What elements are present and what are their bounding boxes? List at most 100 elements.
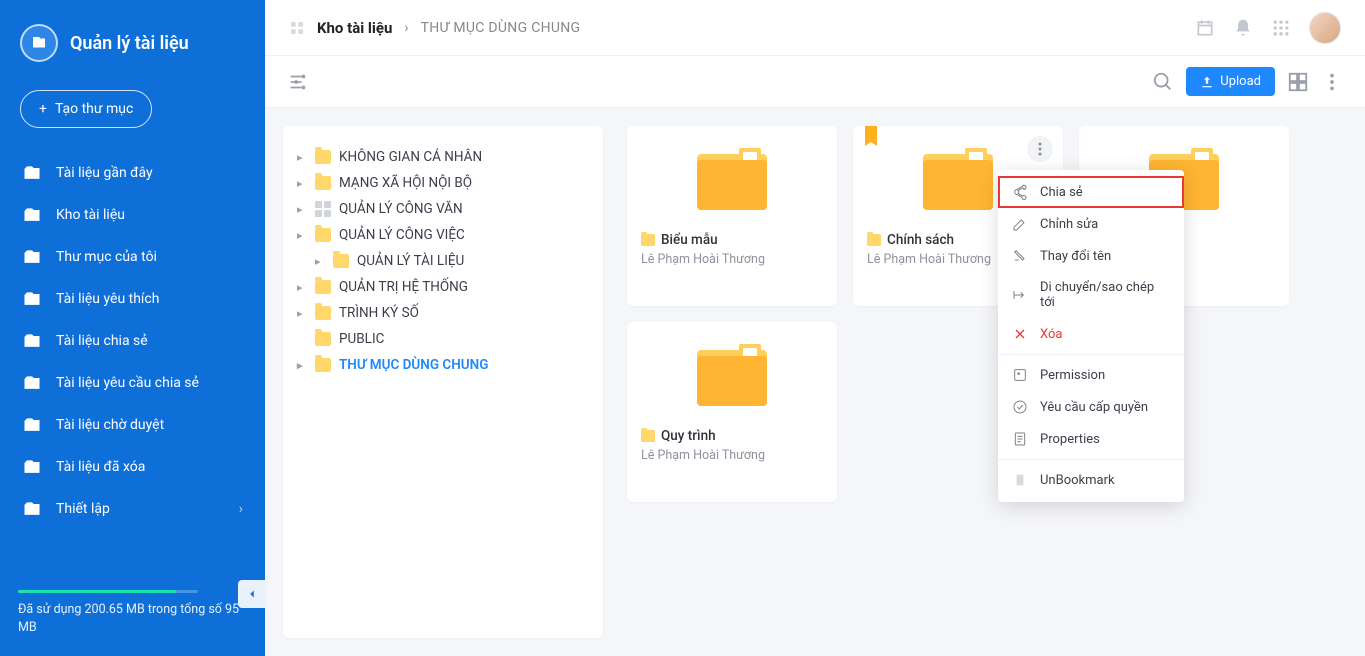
view-grid-icon[interactable] xyxy=(1287,71,1309,93)
tree-caret-icon: ▸ xyxy=(297,177,307,190)
nav-label: Kho tài liệu xyxy=(56,207,125,223)
nav-label: Tài liệu gần đây xyxy=(56,165,153,181)
user-avatar[interactable] xyxy=(1309,12,1341,44)
plus-icon: + xyxy=(39,101,47,117)
main-area: Kho tài liệu › THƯ MỤC DÙNG CHUNG Upload… xyxy=(265,0,1365,656)
large-folder-icon xyxy=(697,154,767,210)
share-icon xyxy=(1012,184,1028,200)
folder-icon xyxy=(315,306,331,320)
large-folder-icon xyxy=(923,154,993,210)
ctx-label: Xóa xyxy=(1040,327,1063,342)
tree-item-7[interactable]: PUBLIC xyxy=(291,326,595,352)
ctx-label: Di chuyển/sao chép tới xyxy=(1040,280,1170,310)
bookmark-icon xyxy=(865,126,877,146)
tree-item-5[interactable]: ▸QUẢN TRỊ HỆ THỐNG xyxy=(291,274,595,300)
sidebar-item-6[interactable]: Tài liệu chờ duyệt xyxy=(0,404,265,446)
folder-card-0[interactable]: Biểu mẫuLê Phạm Hoài Thương xyxy=(627,126,837,306)
calendar-icon[interactable] xyxy=(1195,18,1215,38)
content: ▸KHÔNG GIAN CÁ NHÂN▸MẠNG XÃ HỘI NỘI BỘ▸Q… xyxy=(265,108,1365,656)
toolbar: Upload xyxy=(265,56,1365,108)
nav-icon xyxy=(22,499,42,519)
app-title: Quản lý tài liệu xyxy=(70,33,189,54)
nav-icon xyxy=(22,205,42,225)
tree-item-0[interactable]: ▸ KHÔNG GIAN CÁ NHÂN xyxy=(291,144,595,170)
ctx-req[interactable]: Yêu cầu cấp quyền xyxy=(998,391,1184,423)
nav-icon xyxy=(22,331,42,351)
sidebar-item-4[interactable]: Tài liệu chia sẻ xyxy=(0,320,265,362)
ctx-label: Yêu cầu cấp quyền xyxy=(1040,400,1148,415)
nav-label: Tài liệu chờ duyệt xyxy=(56,417,164,433)
tree-label: TRÌNH KÝ SỐ xyxy=(339,305,419,321)
folder-icon xyxy=(315,358,331,372)
sidebar-item-3[interactable]: Tài liệu yêu thích xyxy=(0,278,265,320)
folder-icon xyxy=(315,176,331,190)
ctx-delete[interactable]: Xóa xyxy=(998,318,1184,350)
sidebar-item-0[interactable]: Tài liệu gần đây xyxy=(0,152,265,194)
tree-caret-icon: ▸ xyxy=(297,281,307,294)
ctx-move[interactable]: Di chuyển/sao chép tới xyxy=(998,272,1184,318)
sidebar-item-7[interactable]: Tài liệu đã xóa xyxy=(0,446,265,488)
card-more-button[interactable] xyxy=(1027,136,1053,162)
sidebar-item-5[interactable]: Tài liệu yêu cầu chia sẻ xyxy=(0,362,265,404)
nav-icon xyxy=(22,163,42,183)
tree-caret-icon: ▸ xyxy=(297,229,307,242)
tree-item-1[interactable]: ▸MẠNG XÃ HỘI NỘI BỘ xyxy=(291,170,595,196)
collapse-sidebar-button[interactable] xyxy=(238,580,266,608)
sidebar-item-2[interactable]: Thư mục của tôi xyxy=(0,236,265,278)
create-folder-button[interactable]: + Tạo thư mục xyxy=(20,90,152,128)
ctx-unbookmark[interactable]: UnBookmark xyxy=(998,464,1184,496)
nav-label: Tài liệu đã xóa xyxy=(56,459,145,475)
small-folder-icon xyxy=(641,430,655,442)
nav-icon xyxy=(22,457,42,477)
ctx-label: Permission xyxy=(1040,368,1105,383)
tree-item-2[interactable]: ▸QUẢN LÝ CÔNG VĂN xyxy=(291,196,595,222)
card-name: Quy trình xyxy=(661,428,716,444)
move-icon xyxy=(1012,287,1028,303)
tree-label: PUBLIC xyxy=(339,331,384,347)
folder-icon xyxy=(315,228,331,242)
ctx-share[interactable]: Chia sẻ xyxy=(998,176,1184,208)
breadcrumb-separator: › xyxy=(404,20,408,36)
sidebar-nav: Tài liệu gần đây Kho tài liệu Thư mục của … xyxy=(0,146,265,578)
breadcrumb-current: THƯ MỤC DÙNG CHUNG xyxy=(421,20,581,36)
tree-item-6[interactable]: ▸TRÌNH KÝ SỐ xyxy=(291,300,595,326)
apps-icon[interactable] xyxy=(1271,18,1291,38)
ctx-perm[interactable]: Permission xyxy=(998,359,1184,391)
more-icon[interactable] xyxy=(1321,71,1343,93)
header-actions xyxy=(1195,12,1341,44)
tree-label: KHÔNG GIAN CÁ NHÂN xyxy=(339,149,482,165)
chevron-right-icon: › xyxy=(239,501,243,517)
props-icon xyxy=(1012,431,1028,447)
nav-icon xyxy=(22,415,42,435)
nav-label: Tài liệu yêu cầu chia sẻ xyxy=(56,375,199,391)
nav-icon xyxy=(22,373,42,393)
bell-icon[interactable] xyxy=(1233,18,1253,38)
tree-item-8[interactable]: ▸THƯ MỤC DÙNG CHUNG xyxy=(291,352,595,378)
breadcrumb-root[interactable]: Kho tài liệu xyxy=(317,19,392,37)
tree-item-3[interactable]: ▸QUẢN LÝ CÔNG VIỆC xyxy=(291,222,595,248)
folder-icon xyxy=(315,150,331,164)
large-folder-icon xyxy=(697,350,767,406)
folder-card-3[interactable]: Quy trình Lê Phạm Hoài Thương xyxy=(627,322,837,502)
nav-label: Tài liệu chia sẻ xyxy=(56,333,148,349)
storage-text: Đã sử dụng 200.65 MB trong tổng số 95 MB xyxy=(18,601,247,639)
upload-button[interactable]: Upload xyxy=(1186,67,1275,96)
ctx-rename[interactable]: Thay đổi tên xyxy=(998,240,1184,272)
ctx-edit[interactable]: Chỉnh sửa xyxy=(998,208,1184,240)
sidebar-item-1[interactable]: Kho tài liệu xyxy=(0,194,265,236)
ctx-props[interactable]: Properties xyxy=(998,423,1184,455)
filter-icon[interactable] xyxy=(287,71,309,93)
grid-icon xyxy=(289,20,305,36)
search-icon[interactable] xyxy=(1152,71,1174,93)
tree-caret-icon: ▸ xyxy=(297,151,307,164)
card-name: Chính sách xyxy=(887,232,954,248)
rename-icon xyxy=(1012,248,1028,264)
card-owner: Lê Phạm Hoài Thương xyxy=(641,448,765,463)
tree-label: THƯ MỤC DÙNG CHUNG xyxy=(339,357,488,373)
tree-label: QUẢN LÝ TÀI LIỆU xyxy=(357,253,464,269)
delete-icon xyxy=(1012,326,1028,342)
sidebar-item-8[interactable]: Thiết lập› xyxy=(0,488,265,530)
folder-icon xyxy=(333,254,349,268)
tree-item-4[interactable]: ▸QUẢN LÝ TÀI LIỆU xyxy=(291,248,595,274)
tree-caret-icon: ▸ xyxy=(297,203,307,216)
